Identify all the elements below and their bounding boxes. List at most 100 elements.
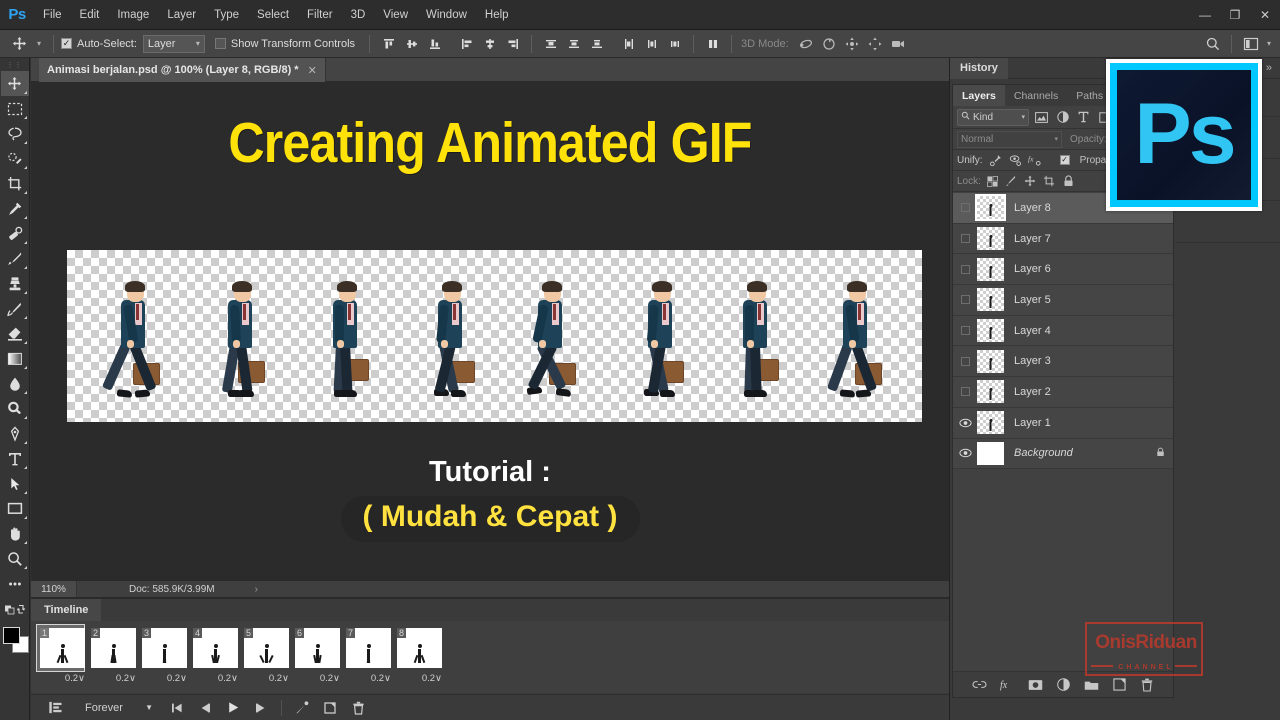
layer-visibility-toggle[interactable] [953, 418, 977, 428]
unify-visibility-icon[interactable] [1008, 153, 1023, 168]
layer-visibility-toggle[interactable] [953, 234, 977, 244]
delete-frame-icon[interactable] [344, 697, 372, 719]
align-bottom-edges-icon[interactable] [423, 34, 446, 54]
auto-select-scope-dropdown[interactable]: Layer ▾ [142, 34, 205, 53]
menu-type[interactable]: Type [205, 0, 248, 30]
3d-camera-view-icon[interactable] [887, 34, 910, 54]
pan-3d-camera-icon[interactable] [841, 34, 864, 54]
roll-3d-camera-icon[interactable] [818, 34, 841, 54]
tween-frames-icon[interactable] [288, 697, 316, 719]
distribute-horizontal-centers-icon[interactable] [640, 34, 663, 54]
menu-3d[interactable]: 3D [342, 0, 375, 30]
new-adjustment-layer-icon[interactable] [1055, 677, 1071, 693]
tool-zoom[interactable] [1, 546, 29, 571]
layer-row[interactable]: Layer 6 [953, 254, 1173, 286]
timeline-frame[interactable]: 3 0.2∨ [139, 625, 190, 684]
orbit-3d-camera-icon[interactable] [795, 34, 818, 54]
tool-blur[interactable] [1, 371, 29, 396]
timeline-frame[interactable]: 6 0.2∨ [292, 625, 343, 684]
close-icon[interactable]: ✕ [308, 64, 317, 77]
lock-image-pixels-icon[interactable] [1004, 174, 1019, 189]
layer-row[interactable]: Layer 5 [953, 285, 1173, 316]
tool-edit-toolbar[interactable] [1, 571, 29, 596]
layer-list[interactable]: Layer 8 Layer 7 Layer 6 Layer 5 Layer 4 … [953, 193, 1173, 671]
align-vertical-centers-icon[interactable] [400, 34, 423, 54]
layer-row[interactable]: Background [953, 438, 1173, 470]
tool-rectangle[interactable] [1, 496, 29, 521]
toolbar-grip[interactable]: ⋮⋮ [7, 61, 23, 69]
workspace-chevron-icon[interactable]: ▾ [1262, 39, 1276, 48]
layer-row[interactable]: Layer 2 [953, 377, 1173, 408]
menu-image[interactable]: Image [108, 0, 158, 30]
tool-rectangular-marquee[interactable] [1, 96, 29, 121]
tool-brush[interactable] [1, 246, 29, 271]
tool-eraser[interactable] [1, 321, 29, 346]
auto-select-group[interactable]: ✓ Auto-Select: [61, 38, 137, 50]
align-horizontal-centers-icon[interactable] [478, 34, 501, 54]
timeline-frame[interactable]: 5 0.2∨ [241, 625, 292, 684]
tool-gradient[interactable] [1, 346, 29, 371]
tool-lasso[interactable] [1, 121, 29, 146]
menu-file[interactable]: File [34, 0, 71, 30]
tool-quick-selection[interactable] [1, 146, 29, 171]
filter-kind-dropdown[interactable]: Kind ▾ [957, 108, 1029, 126]
distribute-top-edges-icon[interactable] [539, 34, 562, 54]
slide-3d-camera-icon[interactable] [864, 34, 887, 54]
frame-duration[interactable]: 0.2∨ [241, 673, 292, 684]
pixel-layer-filter-icon[interactable] [1033, 109, 1050, 126]
convert-to-video-timeline-icon[interactable] [41, 697, 69, 719]
color-swatches[interactable] [1, 625, 29, 655]
menu-layer[interactable]: Layer [158, 0, 205, 30]
select-next-frame-icon[interactable] [247, 697, 275, 719]
layer-visibility-toggle[interactable] [953, 203, 977, 213]
minimize-button[interactable]: — [1190, 0, 1220, 30]
adjustment-layer-filter-icon[interactable] [1054, 109, 1071, 126]
timeline-frame[interactable]: 2 0.2∨ [88, 625, 139, 684]
layer-visibility-toggle[interactable] [953, 387, 977, 397]
frame-duration[interactable]: 0.2∨ [190, 673, 241, 684]
duplicate-frame-icon[interactable] [316, 697, 344, 719]
unify-style-icon[interactable]: fx [1028, 153, 1043, 168]
show-transform-checkbox[interactable]: ✓ [214, 38, 226, 49]
tool-horizontal-type[interactable] [1, 446, 29, 471]
propagate-frame-checkbox[interactable]: ✓ [1059, 155, 1070, 165]
link-layers-icon[interactable] [971, 677, 987, 693]
menu-filter[interactable]: Filter [298, 0, 342, 30]
tool-path-selection[interactable] [1, 471, 29, 496]
blend-mode-dropdown[interactable]: Normal ▾ [957, 130, 1062, 148]
menu-window[interactable]: Window [417, 0, 476, 30]
document-canvas[interactable]: Creating Animated GIF Tutorial: (Mudah… [31, 82, 949, 580]
tool-spot-healing-brush[interactable] [1, 221, 29, 246]
auto-select-checkbox[interactable]: ✓ [61, 38, 72, 49]
move-tool-icon[interactable] [6, 33, 32, 55]
search-icon[interactable] [1201, 34, 1224, 54]
menu-help[interactable]: Help [476, 0, 518, 30]
layer-visibility-toggle[interactable] [953, 264, 977, 274]
distribute-vertical-centers-icon[interactable] [562, 34, 585, 54]
align-right-edges-icon[interactable] [501, 34, 524, 54]
timeline-frame[interactable]: 4 0.2∨ [190, 625, 241, 684]
timeline-frame[interactable]: 8 0.2∨ [394, 625, 445, 684]
select-previous-frame-icon[interactable] [191, 697, 219, 719]
foreground-color-swatch[interactable] [2, 627, 20, 644]
tool-history-brush[interactable] [1, 296, 29, 321]
tool-dodge[interactable] [1, 396, 29, 421]
menu-select[interactable]: Select [248, 0, 298, 30]
align-left-edges-icon[interactable] [455, 34, 478, 54]
tool-move[interactable] [0, 71, 29, 96]
status-expand-icon[interactable]: › [255, 584, 258, 595]
collapse-panels-icon[interactable]: » [1266, 62, 1280, 74]
unify-position-icon[interactable] [988, 153, 1003, 168]
auto-align-layers-icon[interactable] [701, 34, 724, 54]
distribute-bottom-edges-icon[interactable] [585, 34, 608, 54]
tool-pen[interactable] [1, 421, 29, 446]
lock-all-icon[interactable] [1061, 174, 1076, 189]
close-button[interactable]: ✕ [1250, 0, 1280, 30]
zoom-level-field[interactable]: 110% [31, 581, 77, 597]
frame-duration[interactable]: 0.2∨ [292, 673, 343, 684]
layer-row[interactable]: Layer 4 [953, 315, 1173, 347]
tool-hand[interactable] [1, 521, 29, 546]
layer-row[interactable]: Layer 3 [953, 346, 1173, 378]
layer-style-fx-icon[interactable]: fx [999, 677, 1015, 693]
lock-position-icon[interactable] [1023, 174, 1038, 189]
